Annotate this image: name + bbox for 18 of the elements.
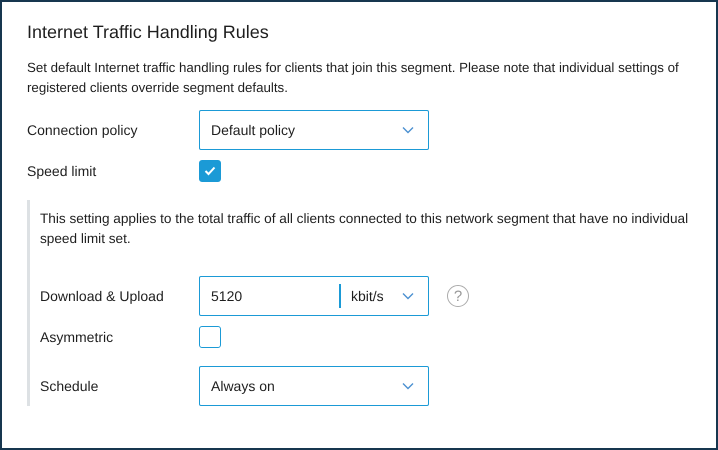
chevron-down-icon (402, 382, 414, 390)
chevron-down-icon (402, 126, 414, 134)
checkbox[interactable] (199, 326, 221, 348)
speed-limit-note: This setting applies to the total traffic of all clients connected to this network segment that have no individual speed limit set. (40, 210, 690, 248)
dropdown[interactable]: Always on (199, 366, 429, 406)
field-label: Download & Upload (40, 288, 165, 304)
field-label: Speed limit (27, 163, 98, 179)
field-label: Schedule (40, 378, 100, 394)
field-label: Connection policy (27, 122, 139, 138)
checkmark-icon (204, 166, 216, 176)
description: Set default Internet traffic handling rules for clients that join this segment. Please note that individual settings of registered clients override segment defaults. (27, 59, 680, 97)
field-label: Asymmetric (40, 329, 114, 345)
chevron-down-icon (402, 292, 414, 300)
checkbox[interactable] (199, 160, 221, 182)
dropdown[interactable]: Default policy (199, 110, 429, 150)
unit-dropdown[interactable]: kbit/s (341, 277, 428, 315)
speed-field[interactable]: 5120 kbit/s (199, 276, 429, 316)
section-title: Internet Traffic Handling Rules (27, 21, 270, 43)
